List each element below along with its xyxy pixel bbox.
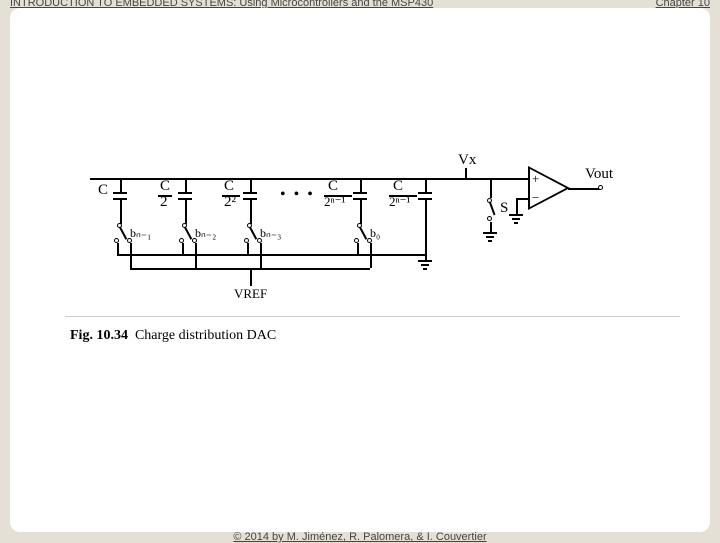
opamp-minus: − [532,190,539,206]
copyright-footer: © 2014 by M. Jiménez, R. Palomera, & I. … [0,531,720,543]
cap-label-0: C [98,182,108,199]
den-label-2: 2² [224,194,236,211]
vref-label: VREF [234,286,267,302]
ellipsis-icon: • • • [280,186,315,204]
den-label-1: 2 [160,194,168,211]
cap-label-4: C [393,178,403,195]
separator [65,316,680,317]
bit-label-1: bₙ₋₂ [195,226,216,241]
den-label-3: 2ⁿ⁻¹ [324,194,345,210]
figure: C bₙ₋₁ C 2 bₙ₋₂ [80,148,670,308]
den-label-4: 2ⁿ⁻¹ [389,194,410,210]
bit-label-2: bₙ₋₃ [260,226,281,241]
vx-label: Vx [458,152,476,169]
switch-s-label: S [500,200,508,217]
figure-caption: Fig. 10.34 Charge distribution DAC [70,328,276,344]
bit-label-3: b₀ [370,226,380,241]
opamp-plus: + [532,171,539,187]
bit-label-0: bₙ₋₁ [130,226,151,241]
cap-label-3: C [328,178,338,195]
slide-page: C bₙ₋₁ C 2 bₙ₋₂ [10,8,710,532]
cap-label-1: C [160,178,170,195]
vout-label: Vout [585,166,613,183]
cap-label-2: C [224,178,234,195]
circuit-diagram: C bₙ₋₁ C 2 bₙ₋₂ [80,148,640,308]
